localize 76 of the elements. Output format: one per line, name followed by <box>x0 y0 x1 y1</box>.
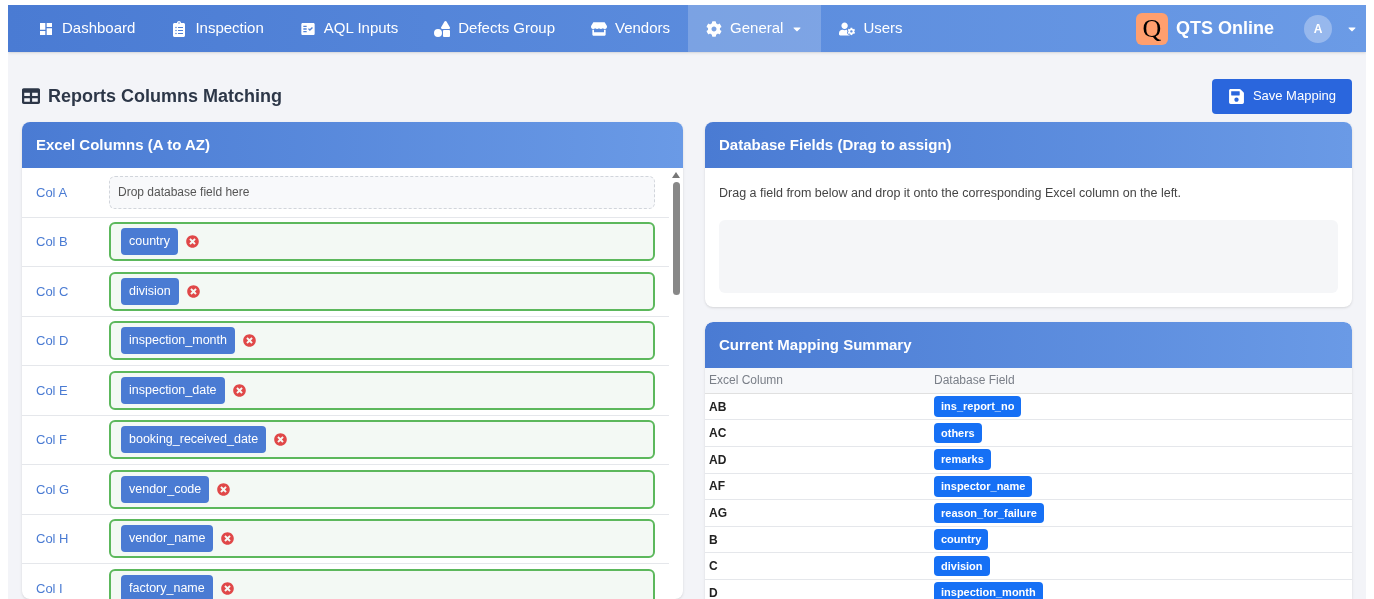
remove-icon[interactable] <box>186 235 199 249</box>
page-title: Reports Columns Matching <box>48 84 282 108</box>
field-chip[interactable]: country <box>121 228 178 256</box>
field-chip[interactable]: factory_name <box>121 574 213 599</box>
instruction-text: Drag a field from below and drop it onto the corresponding Excel column on the left. <box>719 185 1183 202</box>
column-label: Col E <box>35 381 69 400</box>
field-badge: division <box>934 555 990 577</box>
remove-icon[interactable] <box>220 581 234 595</box>
save-button[interactable]: Save Mapping <box>1211 78 1352 114</box>
field-badge: others <box>934 422 982 444</box>
drop-zone[interactable]: vendor_name <box>109 519 655 559</box>
nav-tab[interactable]: Users <box>821 5 921 52</box>
nav-tab[interactable]: AQL Inputs <box>281 5 417 52</box>
table-cell-text: AF <box>708 478 726 496</box>
drop-zone[interactable]: inspection_date <box>109 370 655 410</box>
table-cell-text: AC <box>708 425 728 443</box>
field-chip[interactable]: vendor_code <box>121 475 210 503</box>
field-chip[interactable]: booking_received_date <box>121 426 267 454</box>
remove-icon[interactable] <box>217 482 231 496</box>
remove-icon[interactable] <box>186 284 200 298</box>
table-cell-text: AG <box>708 504 728 522</box>
store-icon <box>591 20 607 37</box>
drop-zone[interactable]: factory_name <box>109 568 655 599</box>
field-chip[interactable]: division <box>121 277 179 305</box>
user-gear-icon <box>839 20 856 37</box>
drop-zone[interactable]: Drop database field here <box>109 175 655 209</box>
column-label: Col C <box>35 282 70 301</box>
remove-icon[interactable] <box>221 532 235 546</box>
field-chip[interactable]: inspection_month <box>121 327 235 355</box>
brand-name: QTS Online <box>1176 17 1274 40</box>
table-icon <box>22 87 40 105</box>
drop-zone[interactable]: inspection_month <box>109 321 655 361</box>
table-cell-text: B <box>708 531 719 549</box>
field-badge: country <box>934 529 989 550</box>
panel-title: Database Fields (Drag to assign) <box>719 134 952 155</box>
field-badge: inspection_month <box>934 582 1043 599</box>
drop-zone[interactable]: country <box>109 222 655 262</box>
table-cell-text: C <box>708 558 719 576</box>
remove-icon[interactable] <box>274 433 288 447</box>
column-label: Col I <box>35 579 64 598</box>
column-header: Excel Column <box>708 372 785 390</box>
settings-icon <box>706 20 723 37</box>
shapes-icon <box>434 20 451 37</box>
drop-zone[interactable]: vendor_code <box>109 469 655 509</box>
nav-tab[interactable]: Defects Group <box>416 5 573 52</box>
field-badge: reason_for_failure <box>934 502 1044 524</box>
field-chip[interactable]: vendor_name <box>121 525 214 553</box>
column-label: Col D <box>35 332 70 350</box>
nav-tab[interactable]: General <box>688 5 822 52</box>
brand-logo: Q <box>1136 12 1168 45</box>
column-label: Col H <box>35 530 70 548</box>
drop-zone[interactable]: booking_received_date <box>109 420 655 460</box>
drop-zone[interactable]: division <box>109 271 655 311</box>
table-cell-text: D <box>708 584 719 599</box>
dashboard-icon <box>38 20 54 37</box>
column-label: Col F <box>35 431 69 449</box>
remove-icon[interactable] <box>232 383 246 397</box>
field-badge: inspector_name <box>934 476 1033 497</box>
column-label: Col G <box>35 480 71 499</box>
save-icon <box>1227 87 1245 105</box>
clipboard-icon <box>171 20 188 37</box>
field-badge: remarks <box>934 449 991 470</box>
nav-tab[interactable]: Dashboard <box>20 5 154 52</box>
nav-tab[interactable]: Vendors <box>573 5 689 52</box>
remove-icon[interactable] <box>243 334 256 348</box>
nav-tab[interactable]: Inspection <box>153 5 282 52</box>
field-badge: ins_report_no <box>934 396 1022 417</box>
table-cell-text: AD <box>708 451 728 469</box>
panel-title: Excel Columns (A to AZ) <box>36 134 210 155</box>
panel-title: Current Mapping Summary <box>719 334 912 355</box>
column-label: Col A <box>35 183 69 202</box>
field-chip[interactable]: inspection_date <box>121 376 225 404</box>
checklist-icon <box>299 20 316 37</box>
table-cell-text: AB <box>708 398 728 416</box>
column-header: Database Field <box>934 372 1015 390</box>
column-label: Col B <box>35 233 69 251</box>
